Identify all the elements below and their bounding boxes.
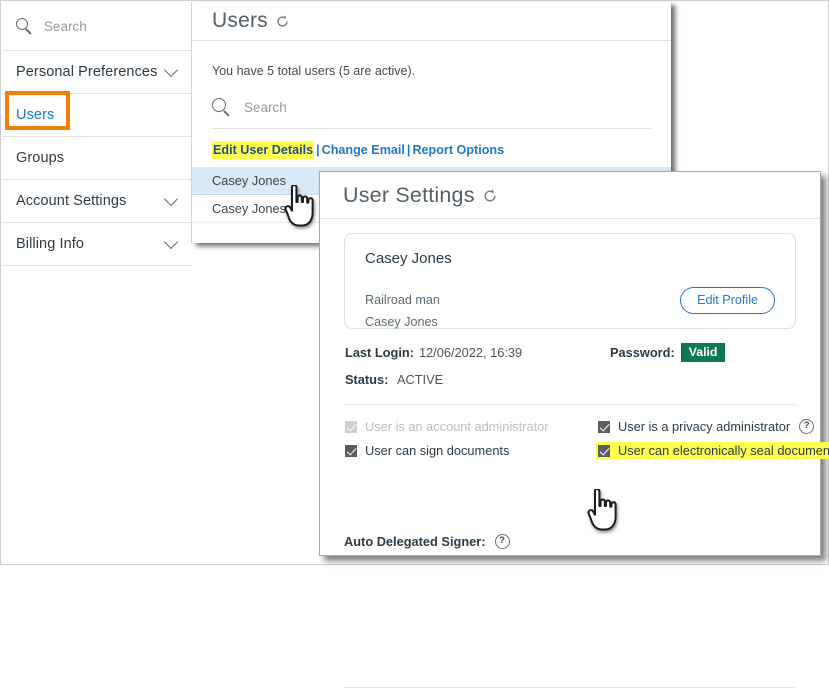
status-label: Status: [345,372,388,387]
status-row: Status: ACTIVE [345,372,820,387]
screenshot-root: Search Personal Preferences Users Groups… [0,0,829,565]
sidebar-item-billing-info[interactable]: Billing Info [2,223,191,266]
refresh-icon[interactable] [276,15,289,28]
last-login-value: 12/06/2022, 16:39 [419,345,522,360]
sidebar-item-personal-preferences[interactable]: Personal Preferences [2,51,191,94]
last-login-label: Last Login: [345,345,414,360]
user-name: Casey Jones [212,173,286,188]
checkbox-icon[interactable] [598,421,610,433]
users-panel-header: Users [192,2,671,41]
user-settings-header: User Settings [320,172,820,219]
user-name: Casey Jones [212,201,286,216]
search-icon [212,98,231,117]
help-icon[interactable]: ? [799,419,814,434]
user-settings-panel: User Settings Casey Jones Railroad man C… [319,171,821,556]
users-search-placeholder: Search [244,100,287,115]
page-title: User Settings [343,183,475,208]
report-options-link[interactable]: Report Options [412,143,504,157]
password-label: Password: [610,345,675,360]
checkbox-icon [345,421,357,433]
link-separator: | [314,143,322,157]
sidebar-item-label: Account Settings [16,193,126,209]
permission-electronically-seal-documents[interactable]: User can electronically seal documents [596,442,829,459]
help-icon[interactable]: ? [495,534,510,549]
sidebar-search-placeholder: Search [44,19,87,34]
last-login-row: Last Login: 12/06/2022, 16:39 Password: … [345,345,820,360]
profile-second-line: Casey Jones [365,315,775,329]
permission-label: User is a privacy administrator [618,419,790,434]
sidebar-item-account-settings[interactable]: Account Settings [2,180,191,223]
users-count-text: You have 5 total users (5 are active). [192,41,671,78]
auto-delegated-signer-row: Auto Delegated Signer: ? [344,534,510,549]
status-value: ACTIVE [397,372,443,387]
profile-name: Casey Jones [365,250,775,267]
permissions-grid: User is an account administrator User ca… [320,419,820,475]
user-action-links: Edit User Details|Change Email|Report Op… [212,143,671,157]
sidebar-item-groups[interactable]: Groups [2,137,191,180]
page-title: Users [212,9,268,33]
search-icon [16,18,33,35]
users-annotation-highlight-box [5,91,70,130]
refresh-icon[interactable] [483,189,496,202]
permission-can-sign-documents[interactable]: User can sign documents [345,443,509,458]
sidebar-item-label: Groups [16,150,64,166]
change-email-link[interactable]: Change Email [322,143,405,157]
permission-privacy-administrator[interactable]: User is a privacy administrator ? [598,419,814,434]
users-search-field[interactable]: Search [212,98,651,129]
edit-user-details-link[interactable]: Edit User Details [212,141,314,159]
divider [344,404,796,405]
permission-label: User is an account administrator [365,419,549,434]
auto-delegated-signer-label: Auto Delegated Signer: [344,534,486,549]
chevron-down-icon [164,235,178,249]
permission-label: User can sign documents [365,443,509,458]
sidebar-search-row[interactable]: Search [2,2,191,51]
settings-sidebar: Search Personal Preferences Users Groups… [2,2,192,243]
checkbox-icon[interactable] [598,445,610,457]
edit-profile-button[interactable]: Edit Profile [680,287,775,314]
sidebar-item-label: Personal Preferences [16,64,157,80]
chevron-down-icon [164,192,178,206]
checkbox-icon[interactable] [345,445,357,457]
permission-label: User can electronically seal documents [618,443,829,458]
permission-account-administrator: User is an account administrator [345,419,549,434]
profile-card: Casey Jones Railroad man Casey Jones Edi… [344,233,796,329]
chevron-down-icon [164,63,178,77]
status-badge: Valid [681,343,726,362]
sidebar-item-label: Billing Info [16,236,84,252]
